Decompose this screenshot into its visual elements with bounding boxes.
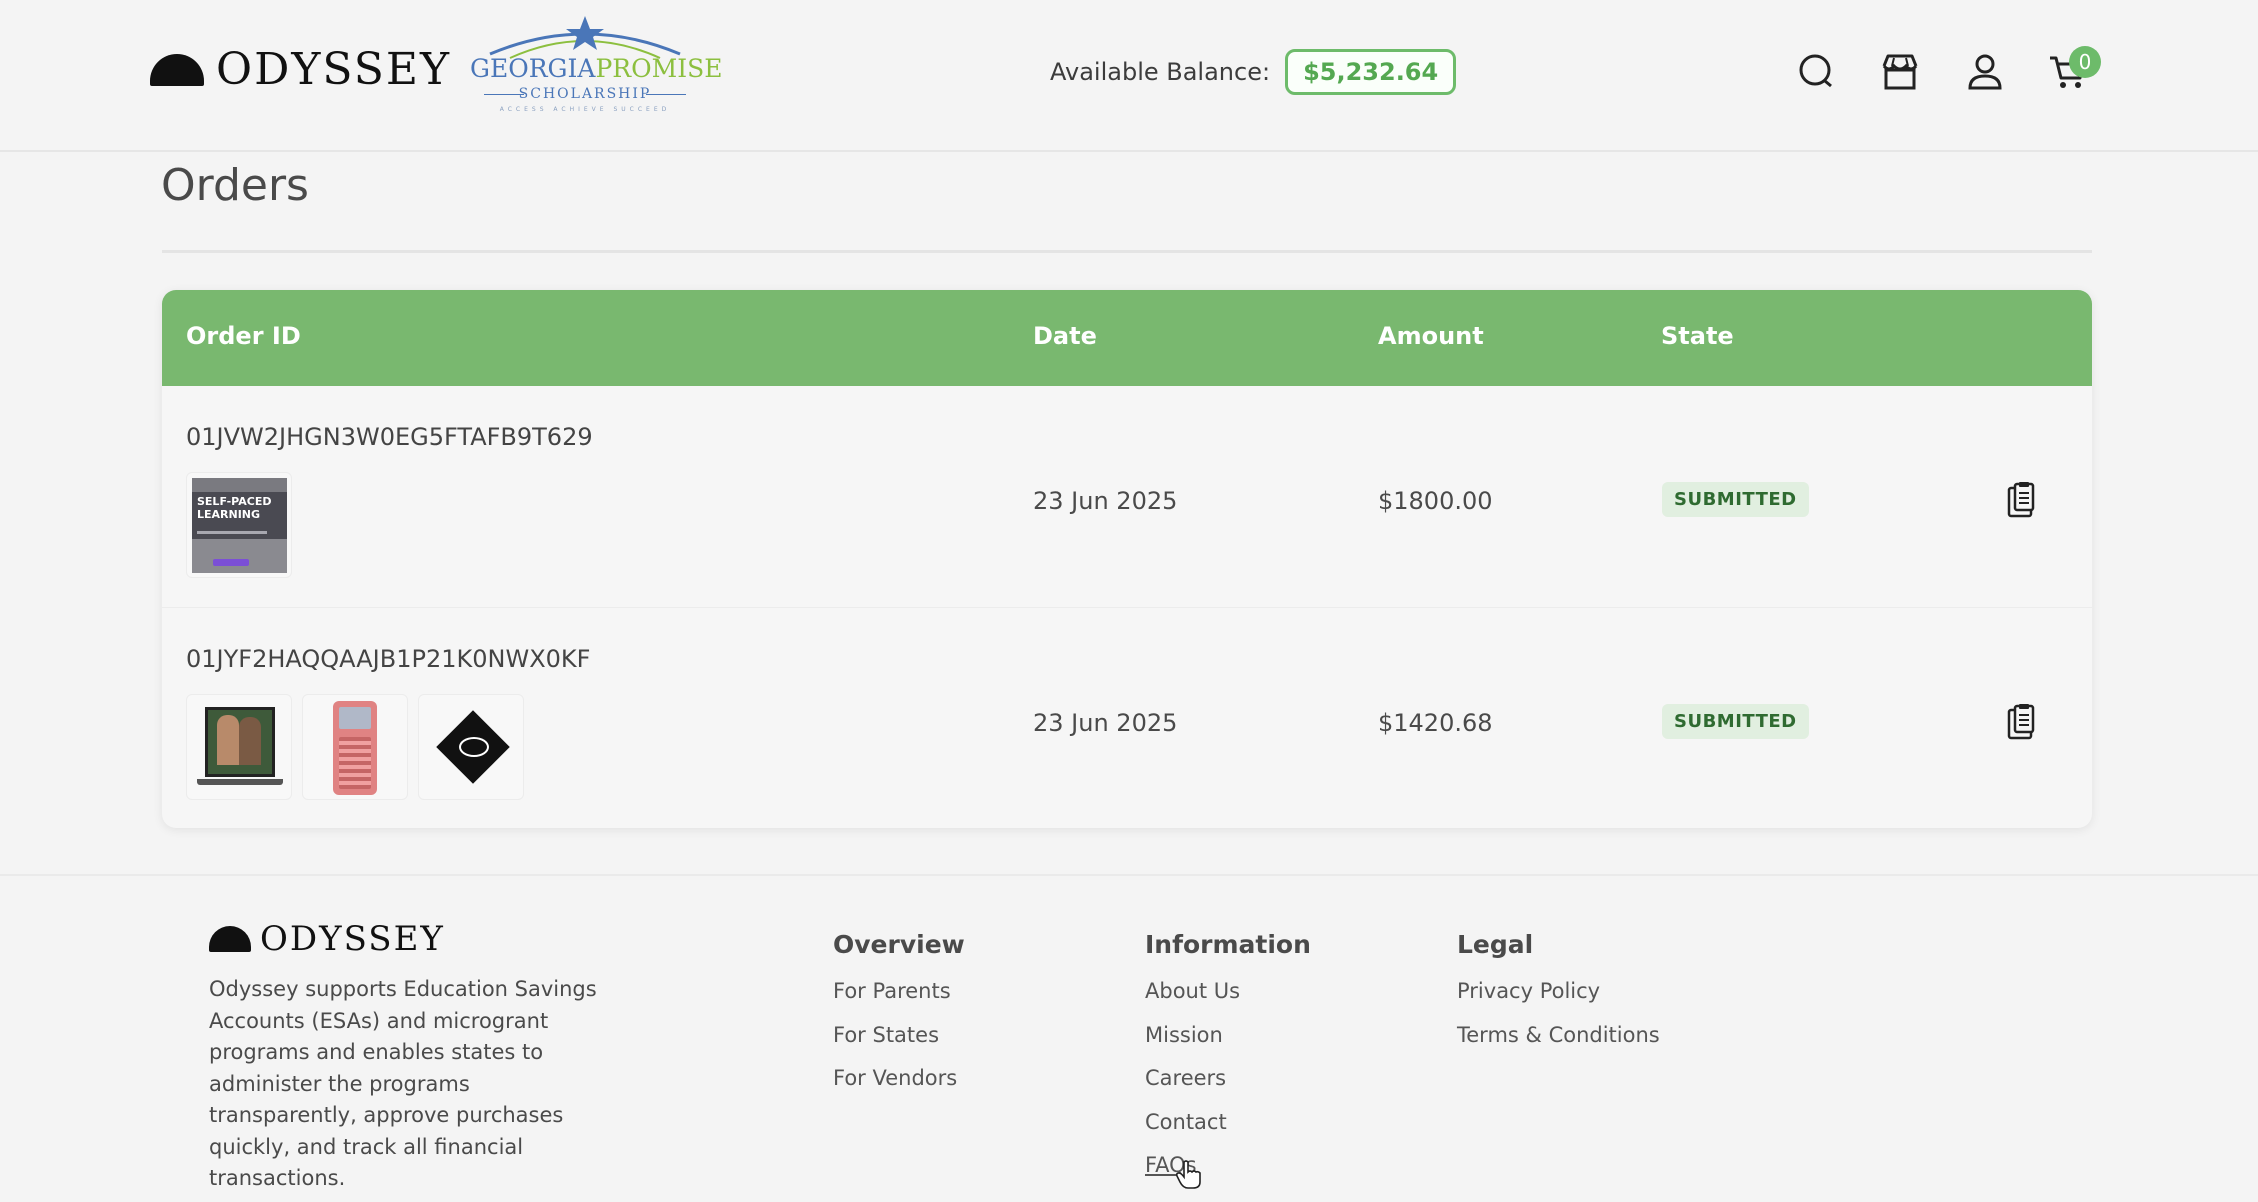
order-id: 01JYF2HAQQAAJB1P21K0NWX0KF [186,645,591,673]
balance-value: $5,232.64 [1285,49,1457,95]
gp-word-promise: PROMISE [595,54,723,83]
gp-rule-right [646,94,686,95]
product-thumbnail-self-paced-learning[interactable]: SELF-PACED LEARNING [186,472,292,578]
order-amount: $1420.68 [1378,709,1493,737]
thumb-text-line1: SELF-PACED [197,495,272,508]
footer-logo[interactable]: ODYSSEY [209,922,445,956]
order-date: 23 Jun 2025 [1033,487,1178,515]
footer-heading: Overview [833,930,965,959]
orders-table: Order ID Date Amount State 01JVW2JHGN3W0… [162,290,2092,828]
order-date: 23 Jun 2025 [1033,709,1178,737]
page-title: Orders [161,160,309,211]
footer-column-overview: Overview For Parents For States For Vend… [833,930,965,1108]
column-header-date: Date [1033,322,1097,350]
cart-count-badge: 0 [2069,46,2101,78]
product-thumbnail-laptop[interactable] [186,694,292,800]
store-icon[interactable] [1880,52,1920,92]
footer-column-legal: Legal Privacy Policy Terms & Conditions [1457,930,1660,1064]
footer-link-privacy-policy[interactable]: Privacy Policy [1457,977,1660,1021]
header: ODYSSEY GEORGIAPROMISE SCHOLARSHIP ACCES… [0,0,2258,152]
column-header-order-id: Order ID [186,322,301,350]
balance-label: Available Balance: [1050,58,1271,86]
footer-link-careers[interactable]: Careers [1145,1064,1311,1108]
page: ODYSSEY GEORGIAPROMISE SCHOLARSHIP ACCES… [0,0,2258,1202]
footer-link-for-vendors[interactable]: For Vendors [833,1064,965,1108]
product-thumbnail-calculator[interactable] [302,694,408,800]
footer-link-mission[interactable]: Mission [1145,1021,1311,1065]
order-items: SELF-PACED LEARNING [186,472,302,578]
gp-tagline: ACCESS ACHIEVE SUCCEED [499,106,671,113]
footer-link-about-us[interactable]: About Us [1145,977,1311,1021]
footer-divider [0,874,2258,876]
footer-link-contact[interactable]: Contact [1145,1108,1311,1152]
gp-word-georgia: GEORGIA [470,54,596,83]
footer-link-terms-conditions[interactable]: Terms & Conditions [1457,1021,1660,1065]
user-icon[interactable] [1965,52,2005,92]
footer-logo-text: ODYSSEY [260,919,445,959]
column-header-amount: Amount [1378,322,1484,350]
order-id: 01JVW2JHGN3W0EG5FTAFB9T629 [186,423,593,451]
footer-description: Odyssey supports Education Savings Accou… [209,977,597,1190]
available-balance: Available Balance: $5,232.64 [1050,49,1457,95]
product-thumbnail-math-logo[interactable] [418,694,524,800]
logo-dome-icon [209,926,251,952]
status-badge: SUBMITTED [1662,704,1809,739]
search-icon[interactable] [1797,52,1837,92]
footer-link-for-parents[interactable]: For Parents [833,977,965,1021]
logo-text: ODYSSEY [216,44,452,95]
table-row[interactable]: 01JYF2HAQQAAJB1P21K0NWX0KF 23 Jun 2025 $… [162,607,2092,828]
footer-link-faqs[interactable]: FAQs [1145,1151,1311,1195]
order-amount: $1800.00 [1378,487,1493,515]
odyssey-logo[interactable]: ODYSSEY [150,48,451,92]
logo-dome-icon [150,54,204,86]
footer-heading: Information [1145,930,1311,959]
column-header-state: State [1661,322,1734,350]
footer-link-for-states[interactable]: For States [833,1021,965,1065]
footer-column-information: Information About Us Mission Careers Con… [1145,930,1311,1195]
status-badge: SUBMITTED [1662,482,1809,517]
hand-cursor-icon [1176,1160,1201,1189]
clipboard-icon[interactable] [2006,704,2040,740]
order-items [186,694,534,800]
title-divider [162,250,2092,253]
clipboard-icon[interactable] [2006,482,2040,518]
table-header: Order ID Date Amount State [162,290,2092,386]
thumb-text-line2: LEARNING [197,508,261,521]
georgia-promise-logo: GEORGIAPROMISE SCHOLARSHIP ACCESS ACHIEV… [470,14,722,114]
footer-heading: Legal [1457,930,1534,959]
table-row[interactable]: 01JVW2JHGN3W0EG5FTAFB9T629 SELF-PACED LE… [162,386,2092,607]
